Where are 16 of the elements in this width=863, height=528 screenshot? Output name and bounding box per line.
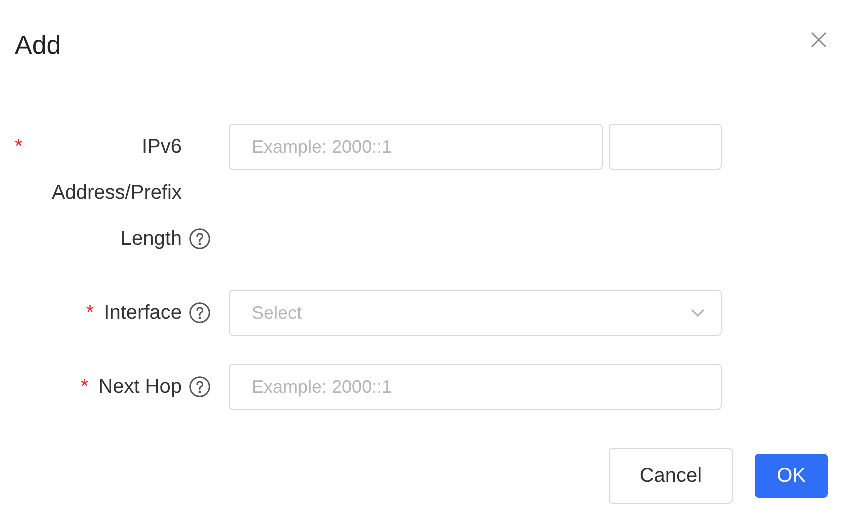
- close-icon[interactable]: [811, 32, 827, 48]
- field-label: Interface: [104, 301, 182, 326]
- dialog-title: Add: [15, 29, 62, 62]
- field-label: Next Hop: [98, 375, 182, 400]
- help-icon[interactable]: [189, 302, 211, 324]
- next-hop-input[interactable]: Example: 2000::1: [229, 364, 722, 410]
- required-mark: *: [86, 301, 94, 326]
- ok-button[interactable]: OK: [755, 454, 828, 498]
- help-icon[interactable]: [189, 228, 211, 250]
- help-icon[interactable]: [189, 376, 211, 398]
- cancel-button[interactable]: Cancel: [608, 448, 734, 504]
- prefix-length-input[interactable]: [609, 124, 722, 170]
- required-mark: *: [15, 135, 23, 160]
- field-label: IPv6 Address/Prefix Length: [50, 135, 182, 252]
- address-input[interactable]: Example: 2000::1: [229, 124, 603, 170]
- required-mark: *: [80, 375, 89, 400]
